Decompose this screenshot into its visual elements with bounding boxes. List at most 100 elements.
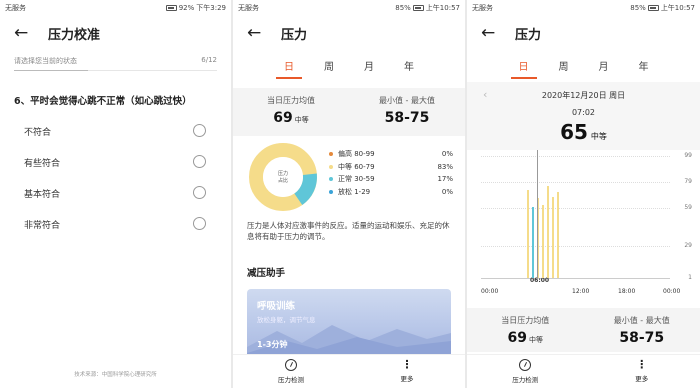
legend-label: 正常 30-59 [338, 175, 375, 184]
more-label: 更多 [400, 375, 414, 383]
option-label: 基本符合 [24, 189, 61, 200]
back-arrow-icon[interactable]: ← [14, 24, 40, 42]
status-bar: 无服务 85% 上午10:57 [467, 0, 700, 16]
app-bar: ← 压力 [467, 18, 700, 48]
option-fully-match[interactable]: 非常符合 [24, 215, 206, 233]
detect-label: 压力检测 [278, 376, 304, 384]
average-unit: 中等 [528, 336, 543, 344]
detect-label: 压力检测 [512, 376, 539, 384]
more-label: 更多 [635, 375, 649, 383]
dot-icon [329, 189, 333, 194]
y-tick: 1 [688, 274, 692, 281]
legend-percent: 0% [441, 187, 453, 196]
progress-row: 请选择您当前的状态 6/12 [14, 56, 217, 66]
battery-text: 92% [178, 4, 195, 12]
tab-month[interactable]: 月 [595, 58, 613, 73]
radio-button[interactable] [193, 124, 206, 137]
selected-value-unit: 中等 [590, 132, 607, 141]
legend-percent: 17% [437, 175, 453, 184]
option-somewhat-match[interactable]: 有些符合 [24, 153, 206, 171]
back-arrow-icon[interactable]: ← [247, 24, 273, 42]
x-tick: 06:00 [530, 277, 550, 284]
option-label: 非常符合 [24, 220, 61, 231]
stress-bar [557, 192, 559, 278]
average-unit: 中等 [294, 116, 309, 124]
battery-icon [412, 5, 424, 11]
x-tick: 00:00 [663, 288, 681, 295]
tab-week[interactable]: 周 [555, 58, 573, 73]
legend-label: 偏高 80-99 [338, 150, 375, 159]
min-max: 最小值 - 最大值 58-75 [584, 308, 700, 352]
page-title: 压力校准 [48, 27, 101, 43]
legend-percent: 0% [441, 150, 453, 159]
page-counter: 6/12 [201, 56, 217, 64]
option-label: 有些符合 [24, 158, 61, 169]
stress-detect-button[interactable]: 压力检测 [233, 355, 349, 388]
selected-value: 65 中等 [467, 120, 700, 144]
selected-value-number: 65 [560, 120, 588, 144]
battery-text: 85% [630, 4, 646, 12]
app-bar: ← 压力校准 [0, 18, 231, 48]
breathing-card[interactable]: 呼吸训练 放松身躯，调节气息 1-3分钟 [247, 289, 451, 357]
status-bar: 无服务 85% 上午10:57 [233, 0, 465, 16]
calibration-screen: 无服务 92% 下午3:29 ← 压力校准 请选择您当前的状态 6/12 6、平… [0, 0, 231, 388]
tab-day[interactable]: 日 [510, 58, 537, 79]
tab-year[interactable]: 年 [635, 58, 653, 73]
x-tick: 18:00 [618, 288, 636, 295]
gauge-icon [519, 359, 532, 371]
card-subtitle: 放松身躯，调节气息 [257, 316, 316, 324]
option-not-match[interactable]: 不符合 [24, 122, 206, 140]
tab-month[interactable]: 月 [360, 58, 378, 73]
tab-week[interactable]: 周 [320, 58, 338, 73]
option-mostly-match[interactable]: 基本符合 [24, 184, 206, 202]
source-note: 技术来源：中国科学院心理研究所 [74, 372, 157, 378]
more-button[interactable]: ⋮ 更多 [349, 355, 465, 388]
clock-text: 下午3:29 [196, 4, 226, 12]
selection-cursor[interactable] [537, 150, 538, 278]
donut-center-label: 占比 [278, 177, 288, 184]
grid-line [481, 246, 670, 247]
legend-row-relaxed: 放松 1-29 0% [329, 186, 453, 199]
status-bar: 无服务 92% 下午3:29 [0, 0, 231, 16]
stress-description: 压力是人体对应激事件的反应。适量的运动和娱乐、充足的休息将有助于压力的调节。 [247, 221, 450, 241]
stress-detect-button[interactable]: 压力检测 [467, 355, 584, 388]
more-vertical-icon: ⋮ [401, 358, 413, 371]
y-tick: 59 [684, 204, 692, 211]
legend-row-high: 偏高 80-99 0% [329, 148, 453, 161]
tab-year[interactable]: 年 [400, 58, 418, 73]
radio-button[interactable] [193, 155, 206, 168]
more-vertical-icon: ⋮ [636, 358, 648, 371]
daily-average: 当日压力均值 69 中等 [233, 88, 349, 136]
average-value: 69 [507, 330, 527, 346]
option-label: 不符合 [24, 127, 52, 138]
donut-hole [263, 157, 303, 197]
chart-baseline [481, 278, 670, 279]
range-value: 58-75 [384, 110, 430, 126]
card-title: 呼吸训练 [257, 301, 296, 312]
dot-icon [329, 177, 333, 182]
range-label: 最小值 - 最大值 [613, 316, 670, 325]
more-button[interactable]: ⋮ 更多 [584, 355, 700, 388]
dot-icon [329, 164, 333, 169]
legend-row-normal: 正常 30-59 17% [329, 173, 453, 186]
period-tabs: 日 周 月 年 [233, 58, 465, 79]
carrier-text: 无服务 [472, 4, 493, 12]
app-bar: ← 压力 [233, 18, 465, 48]
average-label: 当日压力均值 [501, 316, 550, 325]
grid-line [481, 208, 670, 209]
y-tick: 99 [684, 152, 692, 159]
battery-icon [165, 5, 177, 11]
back-arrow-icon[interactable]: ← [481, 24, 507, 42]
stress-bar [547, 185, 549, 278]
average-value: 69 [273, 110, 293, 126]
tab-day[interactable]: 日 [276, 58, 302, 79]
selected-time: 07:02 [571, 108, 596, 117]
y-tick: 79 [684, 178, 692, 185]
stress-day-chart[interactable]: 99 79 59 29 1 00:00 06:00 12:00 18:00 00… [475, 150, 692, 300]
radio-button[interactable] [193, 186, 206, 199]
radio-button[interactable] [193, 217, 206, 230]
x-tick: 12:00 [572, 288, 590, 295]
carrier-text: 无服务 [5, 4, 26, 12]
stress-legend: 偏高 80-99 0% 中等 60-79 83% 正常 30-59 17% 放松… [329, 148, 453, 198]
clock-text: 上午10:57 [660, 4, 695, 12]
